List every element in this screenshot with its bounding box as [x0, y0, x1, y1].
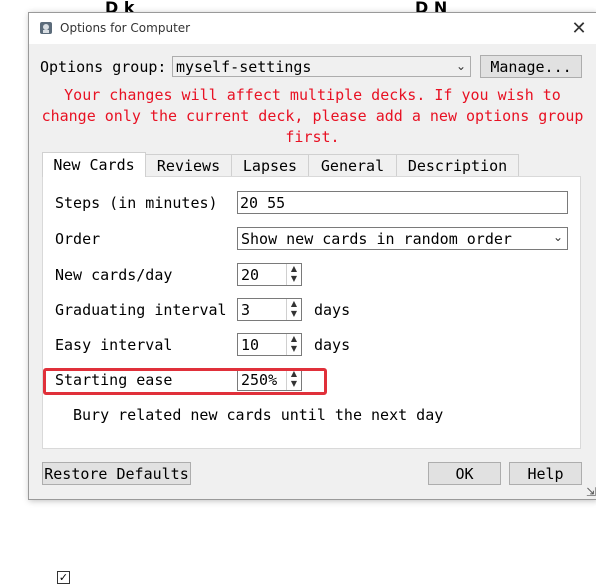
background-text-right: D N: [415, 0, 448, 12]
chevron-down-icon: ⌄: [552, 230, 563, 244]
tab-new-cards[interactable]: New Cards: [42, 152, 146, 177]
tab-label: General: [320, 156, 385, 175]
spin-value: 10: [241, 336, 260, 354]
graduating-interval-unit: days: [314, 301, 351, 319]
tab-reviews[interactable]: Reviews: [145, 154, 232, 176]
help-button[interactable]: Help: [509, 462, 582, 485]
tab-label: New Cards: [53, 156, 135, 174]
chevron-down-icon: ⌄: [455, 59, 466, 73]
options-group-value: myself-settings: [176, 57, 312, 76]
spin-value: 3: [241, 301, 251, 319]
tab-general[interactable]: General: [308, 154, 397, 176]
spin-down-icon[interactable]: ▼: [287, 309, 301, 319]
window-title: Options for Computer: [60, 21, 191, 35]
new-cards-panel: Steps (in minutes) 20 55 Order Show new …: [42, 176, 581, 584]
title-bar: Options for Computer ✕: [29, 13, 596, 44]
bury-checkbox[interactable]: ✓: [57, 571, 70, 584]
easy-interval-label: Easy interval: [55, 336, 173, 354]
tab-label: Description: [407, 156, 508, 175]
checkmark-icon: ✓: [58, 571, 69, 584]
close-icon: ✕: [571, 18, 587, 39]
warning-message: Your changes will affect multiple decks.…: [41, 86, 584, 146]
steps-input[interactable]: 20 55: [237, 191, 568, 214]
resize-grip-icon[interactable]: ⇲: [586, 485, 596, 499]
spin-value: 20: [241, 266, 260, 284]
tab-label: Lapses: [242, 156, 298, 175]
starting-ease-highlight: [43, 368, 327, 395]
restore-defaults-button[interactable]: Restore Defaults: [42, 462, 191, 485]
graduating-interval-label: Graduating interval: [55, 301, 227, 319]
app-icon: [40, 22, 52, 34]
steps-label: Steps (in minutes): [55, 194, 218, 212]
order-label: Order: [55, 230, 101, 248]
ok-button[interactable]: OK: [428, 462, 501, 485]
new-cards-per-day-label: New cards/day: [55, 266, 173, 284]
bury-label[interactable]: Bury related new cards until the next da…: [73, 406, 443, 424]
tab-lapses[interactable]: Lapses: [231, 154, 309, 176]
order-value: Show new cards in random order: [241, 229, 512, 248]
options-dialog: Options for Computer ✕ Options group: my…: [28, 12, 596, 584]
steps-value: 20 55: [240, 193, 286, 212]
graduating-interval-spinbox[interactable]: 3 ▲ ▼: [237, 298, 302, 321]
order-select[interactable]: Show new cards in random order ⌄: [237, 227, 568, 250]
spin-up-icon[interactable]: ▲: [287, 334, 301, 344]
tab-label: Reviews: [156, 156, 221, 175]
options-group-select[interactable]: myself-settings ⌄: [172, 56, 471, 77]
background-text-left: D k: [105, 0, 135, 12]
spin-down-icon[interactable]: ▼: [287, 344, 301, 354]
spin-down-icon[interactable]: ▼: [287, 274, 301, 284]
options-group-label: Options group:: [40, 58, 167, 76]
tab-description[interactable]: Description: [396, 154, 519, 176]
spin-up-icon[interactable]: ▲: [287, 264, 301, 274]
easy-interval-unit: days: [314, 336, 351, 354]
easy-interval-spinbox[interactable]: 10 ▲ ▼: [237, 333, 302, 356]
spin-up-icon[interactable]: ▲: [287, 299, 301, 309]
new-cards-per-day-spinbox[interactable]: 20 ▲ ▼: [237, 263, 302, 286]
manage-button[interactable]: Manage...: [480, 55, 582, 78]
close-button[interactable]: ✕: [562, 13, 596, 44]
